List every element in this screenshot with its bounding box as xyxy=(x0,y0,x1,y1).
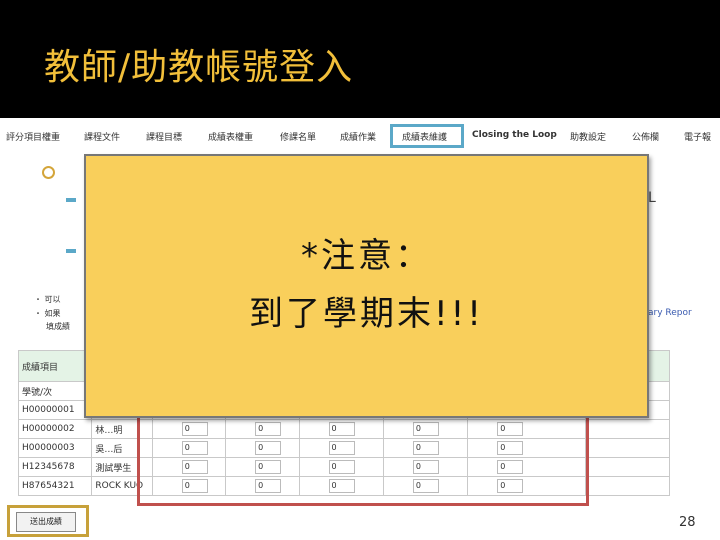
tab-ta-settings[interactable]: 助教設定 xyxy=(570,130,606,143)
student-id: H00000003 xyxy=(17,438,93,458)
student-id: H00000001 xyxy=(17,400,93,420)
note-line: 填成績 xyxy=(46,322,70,331)
student-id: H12345678 xyxy=(17,457,93,477)
student-id: H87654321 xyxy=(17,476,93,496)
tab-bulletin[interactable]: 公佈欄 xyxy=(632,130,659,143)
tab-course-goals[interactable]: 課程目標 xyxy=(146,130,182,143)
header-cell: 成績項目 xyxy=(17,350,93,382)
bullet-circle-icon xyxy=(42,166,55,179)
tab-course-docs[interactable]: 課程文件 xyxy=(84,130,120,143)
report-link[interactable]: ary Repor xyxy=(648,308,692,318)
tab-closing-the-loop[interactable]: Closing the Loop xyxy=(472,130,557,140)
callout-heading: *注意： xyxy=(301,236,432,276)
student-id: 學號/次 xyxy=(17,381,93,401)
tab-grade-assignments[interactable]: 成績作業 xyxy=(340,130,376,143)
submit-grades-button[interactable]: 送出成績 xyxy=(16,512,76,532)
sub-bullet-icon xyxy=(66,249,76,253)
tab-roster[interactable]: 修課名單 xyxy=(280,130,316,143)
slide-title: 教師/助教帳號登入 xyxy=(44,47,354,88)
tab-newsletter[interactable]: 電子報 xyxy=(684,130,711,143)
sub-bullet-icon xyxy=(66,198,76,202)
student-id: H00000002 xyxy=(17,419,93,439)
tab-bar: 評分項目權重 課程文件 課程目標 成績表權重 修課名單 成績作業 成績表維護 C… xyxy=(0,124,720,150)
trailing-text: L xyxy=(648,190,656,206)
tab-gradebook-weights[interactable]: 成績表權重 xyxy=(208,130,253,143)
title-bar: 教師/助教帳號登入 xyxy=(0,0,720,118)
warning-callout: *注意： 到了學期末!!! xyxy=(84,154,649,418)
page-number: 28 xyxy=(679,515,696,530)
note-line: ・ 如果 xyxy=(34,309,61,318)
callout-message: 到了學期末!!! xyxy=(249,294,484,334)
note-line: ・ 可以 xyxy=(34,295,61,304)
tab-score-weights[interactable]: 評分項目權重 xyxy=(6,130,60,143)
active-tab-highlight xyxy=(390,124,464,148)
